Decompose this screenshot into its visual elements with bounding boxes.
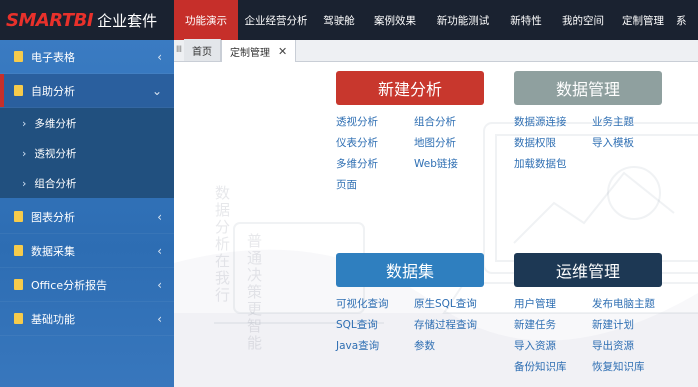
chevron-right-icon: › [22, 176, 27, 190]
folder-icon [14, 51, 23, 62]
folder-icon [14, 279, 23, 290]
link-new-schedule[interactable]: 新建计划 [592, 317, 670, 332]
module-data-management: 数据管理 数据源连接 业务主题 数据权限 导入模板 加载数据包 [514, 71, 670, 171]
nav-item-cockpit[interactable]: 驾驶舱 [314, 0, 364, 40]
link-dashboard-analysis[interactable]: 仪表分析 [336, 135, 414, 150]
nav-item-cases[interactable]: 案例效果 [364, 0, 426, 40]
folder-icon [14, 245, 23, 256]
tab-bar: Ⅲ 首页 定制管理 ✕ [174, 39, 698, 62]
sidebar-item-label: 图表分析 [31, 210, 75, 224]
link-visual-query[interactable]: 可视化查询 [336, 296, 414, 311]
link-user-management[interactable]: 用户管理 [514, 296, 592, 311]
sidebar-item-label: Office分析报告 [31, 278, 108, 292]
link-multidim-analysis[interactable]: 多维分析 [336, 156, 414, 171]
link-import-template[interactable]: 导入模板 [592, 135, 670, 150]
brand[interactable]: SMARTBI 企业套件 [0, 0, 174, 40]
sidebar-item-label: 基础功能 [31, 312, 75, 326]
link-combo-analysis[interactable]: 组合分析 [414, 114, 492, 129]
sidebar-item-data-collection[interactable]: 数据采集 ‹ [0, 234, 174, 268]
sidebar-item-label: 自助分析 [31, 84, 75, 98]
dataset-button[interactable]: 数据集 [336, 253, 484, 287]
link-export-resources[interactable]: 导出资源 [592, 338, 670, 353]
sidebar: 电子表格 ‹ 自助分析 ⌄ › 多维分析 › 透视分析 › 组合分析 图表分析 … [0, 40, 174, 387]
sidebar-item-chart-analysis[interactable]: 图表分析 ‹ [0, 200, 174, 234]
link-stored-procedure-query[interactable]: 存储过程查询 [414, 317, 492, 332]
link-sql-query[interactable]: SQL查询 [336, 317, 414, 332]
sidebar-item-basic-functions[interactable]: 基础功能 ‹ [0, 302, 174, 336]
nav-item-system[interactable]: 系 [672, 0, 698, 40]
nav-item-business-analysis[interactable]: 企业经营分析 [238, 0, 314, 40]
sidebar-item-label: 电子表格 [31, 50, 75, 64]
sidebar-subitem-label: 组合分析 [34, 177, 77, 190]
chevron-left-icon: ‹ [157, 311, 162, 326]
ops-management-button[interactable]: 运维管理 [514, 253, 662, 287]
data-management-button[interactable]: 数据管理 [514, 71, 662, 105]
chevron-right-icon: › [22, 116, 27, 130]
link-new-task[interactable]: 新建任务 [514, 317, 592, 332]
nav-item-my-space[interactable]: 我的空间 [552, 0, 614, 40]
tab-custom-management[interactable]: 定制管理 ✕ [221, 40, 297, 62]
nav-item-custom-management[interactable]: 定制管理 [614, 0, 672, 40]
chevron-down-icon: ⌄ [151, 83, 162, 98]
new-analysis-button[interactable]: 新建分析 [336, 71, 484, 105]
chevron-left-icon: ‹ [157, 209, 162, 224]
link-pivot-analysis[interactable]: 透视分析 [336, 114, 414, 129]
suite-title: 企业套件 [97, 11, 158, 30]
main-nav: 功能演示 企业经营分析 驾驶舱 案例效果 新功能测试 新特性 我的空间 定制管理… [174, 0, 698, 40]
link-native-sql-query[interactable]: 原生SQL查询 [414, 296, 492, 311]
sidebar-item-label: 数据采集 [31, 244, 75, 258]
module-links: 可视化查询 原生SQL查询 SQL查询 存储过程查询 Java查询 参数 [336, 296, 492, 353]
module-new-analysis: 新建分析 透视分析 组合分析 仪表分析 地图分析 多维分析 Web链接 页面 [336, 71, 492, 192]
module-dataset: 数据集 可视化查询 原生SQL查询 SQL查询 存储过程查询 Java查询 参数 [336, 253, 492, 353]
link-datasource-connection[interactable]: 数据源连接 [514, 114, 592, 129]
main-content: 数据分析在我行 普通决策更智能 新建分析 透视分析 组合分析 仪表分析 地图分析… [174, 63, 698, 387]
nav-item-new-features[interactable]: 新特性 [500, 0, 552, 40]
link-page[interactable]: 页面 [336, 177, 414, 192]
tab-bar-grip-icon[interactable]: Ⅲ [174, 39, 184, 61]
tab-label: 首页 [192, 46, 212, 58]
nav-item-new-feature-test[interactable]: 新功能测试 [426, 0, 500, 40]
link-import-resources[interactable]: 导入资源 [514, 338, 592, 353]
module-links: 用户管理 发布电脑主题 新建任务 新建计划 导入资源 导出资源 备份知识库 恢复… [514, 296, 670, 374]
close-icon[interactable]: ✕ [278, 45, 287, 58]
sidebar-subitem-pivot[interactable]: › 透视分析 [0, 138, 174, 168]
folder-icon [14, 211, 23, 222]
nav-item-demo[interactable]: 功能演示 [174, 0, 238, 40]
tab-label: 定制管理 [230, 47, 270, 59]
chevron-left-icon: ‹ [157, 243, 162, 258]
chevron-left-icon: ‹ [157, 277, 162, 292]
folder-icon [14, 85, 23, 96]
sidebar-item-spreadsheet[interactable]: 电子表格 ‹ [0, 40, 174, 74]
sidebar-subitem-label: 多维分析 [34, 117, 77, 130]
chevron-right-icon: › [22, 146, 27, 160]
module-ops-management: 运维管理 用户管理 发布电脑主题 新建任务 新建计划 导入资源 导出资源 备份知… [514, 253, 670, 374]
link-data-permission[interactable]: 数据权限 [514, 135, 592, 150]
link-business-theme[interactable]: 业务主题 [592, 114, 670, 129]
link-restore-repository[interactable]: 恢复知识库 [592, 359, 670, 374]
module-links: 数据源连接 业务主题 数据权限 导入模板 加载数据包 [514, 114, 670, 171]
chevron-left-icon: ‹ [157, 49, 162, 64]
sidebar-item-self-analysis[interactable]: 自助分析 ⌄ [0, 74, 174, 108]
link-web-link[interactable]: Web链接 [414, 156, 492, 171]
link-publish-pc-theme[interactable]: 发布电脑主题 [592, 296, 670, 311]
link-map-analysis[interactable]: 地图分析 [414, 135, 492, 150]
watermark-text: 数据分析在我行 [213, 185, 231, 304]
sidebar-item-office-report[interactable]: Office分析报告 ‹ [0, 268, 174, 302]
sidebar-subitem-label: 透视分析 [34, 147, 77, 160]
link-java-query[interactable]: Java查询 [336, 338, 414, 353]
logo: SMARTBI [6, 9, 94, 31]
link-backup-repository[interactable]: 备份知识库 [514, 359, 592, 374]
folder-icon [14, 313, 23, 324]
tab-home[interactable]: 首页 [184, 39, 221, 61]
link-parameters[interactable]: 参数 [414, 338, 492, 353]
watermark-text: 普通决策更智能 [245, 233, 263, 352]
module-links: 透视分析 组合分析 仪表分析 地图分析 多维分析 Web链接 页面 [336, 114, 492, 192]
sidebar-subitem-multidim[interactable]: › 多维分析 [0, 108, 174, 138]
sidebar-subitem-combo[interactable]: › 组合分析 [0, 168, 174, 198]
link-load-data-package[interactable]: 加载数据包 [514, 156, 592, 171]
top-navbar: SMARTBI 企业套件 功能演示 企业经营分析 驾驶舱 案例效果 新功能测试 … [0, 0, 698, 40]
